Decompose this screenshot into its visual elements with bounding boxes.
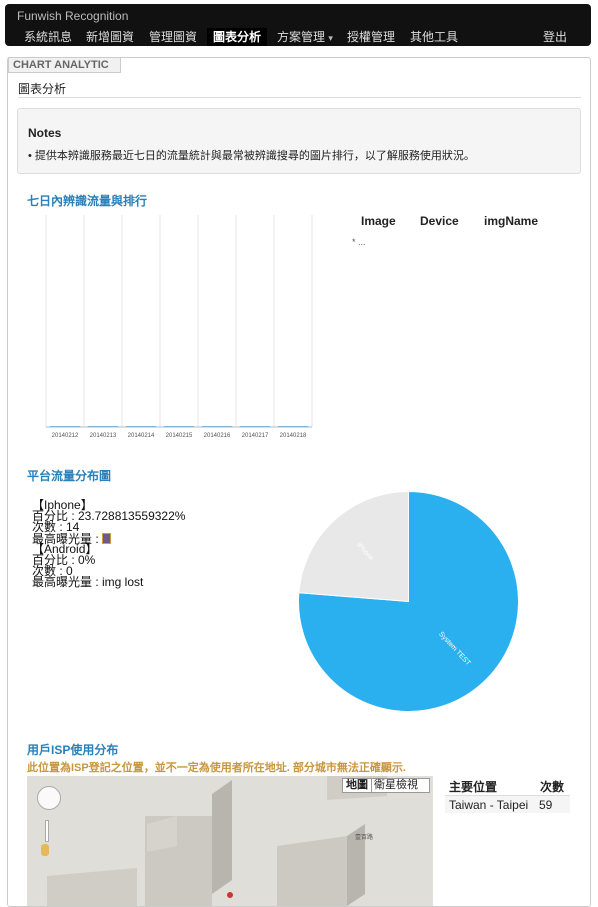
chevron-down-icon: ▾ [328, 33, 333, 43]
pie-slice [298, 490, 409, 603]
map-pan-control[interactable] [37, 786, 61, 810]
traffic-heading: 七日內辨識流量與排行 [27, 194, 148, 208]
panel-tab: CHART ANALYTIC [8, 57, 121, 73]
title-divider [18, 97, 581, 98]
top-image-thumbnail[interactable] [102, 533, 112, 544]
bar [277, 426, 309, 427]
map-place-label: 壹百路 [355, 835, 374, 841]
x-tick-label: 20140215 [166, 433, 193, 439]
logout-link[interactable]: 登出 [537, 28, 573, 46]
ranking-header-imgname: imgName [484, 214, 539, 228]
street-view-icon[interactable] [41, 844, 49, 856]
x-tick-label: 20140213 [90, 433, 117, 439]
x-tick-label: 20140218 [280, 433, 307, 439]
isp-heading: 用戶ISP使用分布 [27, 743, 119, 757]
ranking-empty-text: * ... [352, 237, 366, 247]
isp-header-location: 主要位置 [449, 780, 498, 794]
nav-item-manage-images[interactable]: 管理圖資 [143, 28, 203, 46]
map-type-control: 地圖 衛星檢視 [342, 778, 430, 793]
bar [125, 426, 157, 427]
x-tick-label: 20140214 [128, 433, 155, 439]
bar [239, 426, 271, 427]
map-zoom-slider[interactable] [45, 820, 49, 842]
notes-title: Notes [28, 126, 62, 140]
ranking-header-image: Image [361, 214, 396, 228]
notes-item: • 提供本辨識服務最近七日的流量統計與最常被辨識搜尋的圖片排行，以了解服務使用狀… [28, 150, 475, 162]
notes-item-text: 提供本辨識服務最近七日的流量統計與最常被辨識搜尋的圖片排行，以了解服務使用狀況。 [34, 150, 475, 162]
nav-item-system-info[interactable]: 系統訊息 [18, 28, 78, 46]
x-tick-label: 20140212 [52, 433, 79, 439]
bar [201, 426, 233, 427]
map-tiles [27, 776, 433, 906]
traffic-bar-chart-svg: 20140212 20140213 20140214 20140215 20140216… [45, 215, 313, 439]
x-tick-label: 20140216 [204, 433, 231, 439]
notes-box: Notes • 提供本辨識服務最近七日的流量統計與最常被辨識搜尋的圖片排行，以了… [17, 108, 581, 174]
top-navbar: Funwish Recognition 系統訊息 新增圖資 管理圖資 圖表分析 … [5, 4, 591, 46]
app-brand[interactable]: Funwish Recognition [17, 9, 128, 23]
bar [49, 426, 81, 427]
nav-item-plan-label: 方案管理 [277, 30, 326, 44]
platform-pie-chart: System TEST iPhone [298, 490, 519, 712]
nav-item-plan-management[interactable]: 方案管理 ▾ [271, 28, 339, 46]
ranking-header-device: Device [420, 214, 459, 228]
platform-pie-chart-svg: System TESTiPhone [298, 490, 519, 712]
x-tick-label: 20140217 [242, 433, 269, 439]
page-title: 圖表分析 [18, 82, 67, 96]
map-type-satellite[interactable]: 衛星檢視 [372, 779, 420, 792]
table-row: Taiwan - Taipei 59 [445, 795, 570, 813]
traffic-bar-chart: 20140212 20140213 20140214 20140215 20140216… [40, 215, 320, 447]
bar [163, 426, 195, 427]
isp-map[interactable]: 壹百路 [27, 776, 433, 906]
bar [87, 426, 119, 427]
nav-item-license-management[interactable]: 授權管理 [341, 28, 401, 46]
isp-cell-count: 59 [539, 798, 553, 812]
nav-item-other-tools[interactable]: 其他工具 [404, 28, 464, 46]
isp-header-count: 次數 [540, 780, 565, 794]
platform-heading: 平台流量分布圖 [27, 469, 112, 483]
isp-warning: 此位置為ISP登記之位置，並不一定為使用者所在地址. 部分城市無法正確顯示. [27, 762, 406, 774]
nav-item-chart-analytics[interactable]: 圖表分析 [207, 28, 268, 46]
isp-cell-location: Taiwan - Taipei [449, 798, 529, 812]
nav-item-add-image[interactable]: 新增圖資 [80, 28, 140, 46]
map-type-roadmap[interactable]: 地圖 [343, 779, 372, 792]
platform-stat: 最高曝光量 : img lost [32, 575, 144, 589]
